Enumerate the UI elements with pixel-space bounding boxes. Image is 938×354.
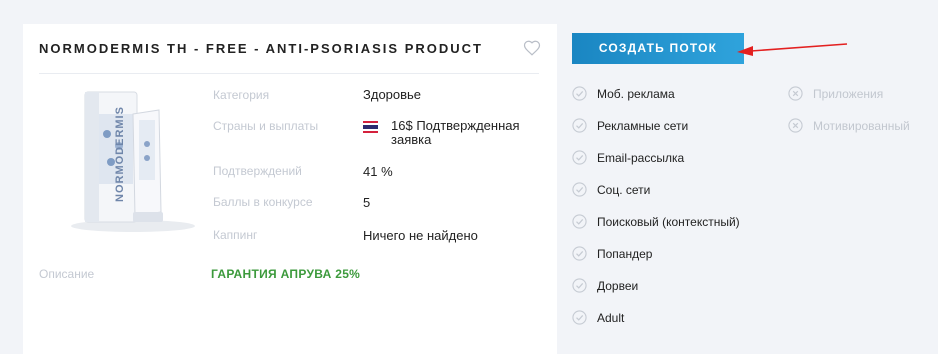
check-circle-icon xyxy=(572,310,587,325)
check-circle-icon xyxy=(572,118,587,133)
offer-card: NORMODERMIS TH - FREE - ANTI-PSORIASIS P… xyxy=(23,24,557,354)
heart-icon[interactable] xyxy=(523,39,541,57)
cross-circle-icon xyxy=(788,86,803,101)
payout-info: 16$ Подтвержденная заявка xyxy=(391,119,520,147)
flag-thailand-icon xyxy=(363,121,378,133)
check-circle-icon xyxy=(572,86,587,101)
traffic-label: Поисковый (контекстный) xyxy=(597,215,740,229)
category-label: Категория xyxy=(213,88,270,102)
traffic-label: Мотивированный xyxy=(813,119,910,133)
points-value: 5 xyxy=(363,195,371,210)
check-circle-icon xyxy=(572,214,587,229)
approved-label: Подтверждений xyxy=(213,164,302,178)
check-circle-icon xyxy=(572,246,587,261)
category-value: Здоровье xyxy=(363,87,422,102)
traffic-label: Попандер xyxy=(597,247,653,261)
title-divider xyxy=(39,73,539,74)
check-circle-icon xyxy=(572,278,587,293)
traffic-label: Email-рассылка xyxy=(597,151,685,165)
product-brand: NORMODERMIS xyxy=(114,106,126,202)
points-label: Баллы в конкурсе xyxy=(213,195,313,209)
traffic-label: Рекламные сети xyxy=(597,119,689,133)
countries-label: Страны и выплаты xyxy=(213,119,319,133)
red-arrow-icon xyxy=(737,43,848,56)
offer-title: NORMODERMIS TH - FREE - ANTI-PSORIASIS P… xyxy=(39,41,483,56)
traffic-label: Соц. сети xyxy=(597,183,651,197)
traffic-label: Дорвеи xyxy=(597,279,639,293)
approved-value: 41 % xyxy=(363,164,393,179)
capping-label: Каппинг xyxy=(213,228,258,242)
traffic-label: Adult xyxy=(597,311,625,325)
create-stream-button[interactable]: СОЗДАТЬ ПОТОК xyxy=(572,33,744,64)
traffic-label: Моб. реклама xyxy=(597,87,675,101)
payout-amount: 16$ xyxy=(391,118,413,133)
capping-value: Ничего не найдено xyxy=(363,228,478,243)
check-circle-icon xyxy=(572,182,587,197)
product-image: NORMODERMIS xyxy=(71,91,195,232)
description-label: Описание xyxy=(39,267,95,281)
cross-circle-icon xyxy=(788,118,803,133)
description-value: ГАРАНТИЯ АПРУВА 25% xyxy=(211,267,361,281)
traffic-label: Приложения xyxy=(813,87,884,101)
check-circle-icon xyxy=(572,150,587,165)
